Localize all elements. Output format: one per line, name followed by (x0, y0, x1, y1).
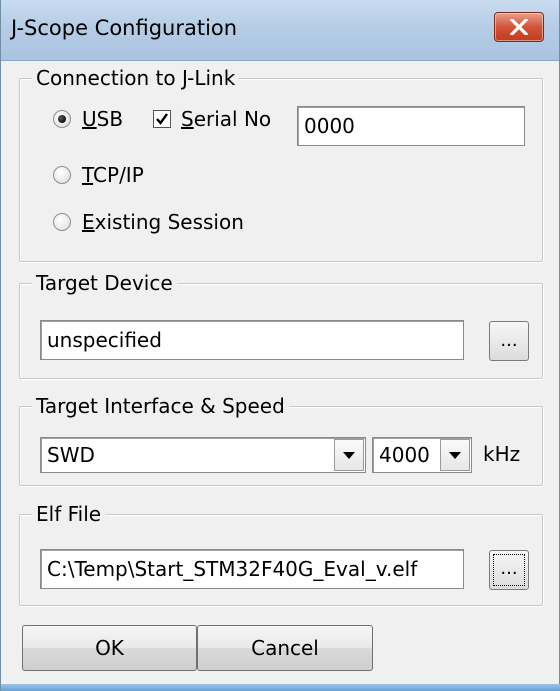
usb-label[interactable]: USB (82, 107, 123, 131)
usb-radio[interactable] (53, 110, 71, 128)
serial-no-label[interactable]: Serial No (181, 107, 271, 131)
elf-file-path-input[interactable]: C:\Temp\Start_STM32F40G_Eval_v.elf (40, 549, 464, 589)
connection-legend: Connection to J-Link (32, 65, 240, 91)
close-x-icon (510, 19, 528, 35)
target-device-browse-button[interactable]: ... (489, 321, 529, 361)
cancel-button[interactable]: Cancel (197, 625, 373, 671)
target-device-legend: Target Device (32, 270, 177, 296)
interface-dropdown-arrow-icon[interactable] (334, 439, 364, 471)
title-bar[interactable]: J-Scope Configuration (1, 0, 559, 61)
speed-unit-label: kHz (483, 442, 521, 466)
interface-select[interactable]: SWD (40, 437, 366, 473)
close-button[interactable] (494, 12, 544, 42)
speed-dropdown-arrow-icon[interactable] (440, 439, 470, 471)
window-title: J-Scope Configuration (11, 16, 238, 40)
dialog-window: J-Scope Configuration Connection to J-Li… (0, 0, 560, 691)
elf-file-browse-button[interactable]: ... (489, 550, 529, 590)
target-device-group: Target Device unspecified ... (19, 270, 543, 379)
ok-button[interactable]: OK (22, 625, 197, 671)
elf-file-legend: Elf File (32, 501, 106, 527)
serial-number-input[interactable]: 0000 (297, 106, 525, 146)
interface-speed-legend: Target Interface & Speed (32, 393, 289, 419)
serial-no-checkbox[interactable] (153, 110, 171, 128)
checkmark-icon (156, 113, 168, 125)
connection-group: Connection to J-Link USB Serial No 0000 … (19, 65, 543, 262)
existing-session-radio[interactable] (53, 213, 71, 231)
elf-file-group: Elf File C:\Temp\Start_STM32F40G_Eval_v.… (19, 501, 543, 606)
target-device-input[interactable]: unspecified (40, 320, 464, 360)
tcpip-label[interactable]: TCP/IP (82, 163, 144, 187)
tcpip-radio[interactable] (53, 166, 71, 184)
interface-speed-group: Target Interface & Speed SWD 4000 kHz (19, 393, 543, 486)
window-bottom-edge (1, 684, 560, 691)
existing-session-label[interactable]: Existing Session (82, 210, 244, 234)
